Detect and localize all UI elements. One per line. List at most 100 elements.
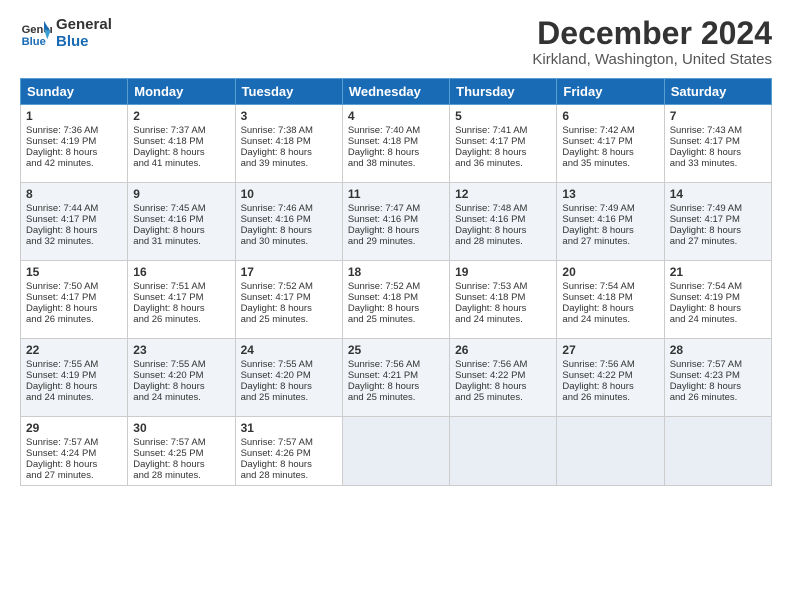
- day-info: and 25 minutes.: [348, 314, 444, 325]
- table-row: 22Sunrise: 7:55 AMSunset: 4:19 PMDayligh…: [21, 339, 128, 417]
- day-info: Sunrise: 7:56 AM: [455, 359, 551, 370]
- day-info: and 28 minutes.: [455, 236, 551, 247]
- day-info: and 27 minutes.: [26, 470, 122, 481]
- day-info: and 26 minutes.: [26, 314, 122, 325]
- day-number: 7: [670, 109, 766, 123]
- day-info: Sunrise: 7:49 AM: [670, 203, 766, 214]
- day-info: Daylight: 8 hours: [455, 303, 551, 314]
- day-info: Sunset: 4:18 PM: [348, 136, 444, 147]
- table-row: 10Sunrise: 7:46 AMSunset: 4:16 PMDayligh…: [235, 183, 342, 261]
- col-sunday: Sunday: [21, 79, 128, 105]
- day-info: Sunrise: 7:57 AM: [670, 359, 766, 370]
- table-row: 15Sunrise: 7:50 AMSunset: 4:17 PMDayligh…: [21, 261, 128, 339]
- table-row: 28Sunrise: 7:57 AMSunset: 4:23 PMDayligh…: [664, 339, 771, 417]
- day-info: Sunrise: 7:40 AM: [348, 125, 444, 136]
- day-info: Daylight: 8 hours: [26, 225, 122, 236]
- day-info: and 36 minutes.: [455, 158, 551, 169]
- day-info: Daylight: 8 hours: [670, 225, 766, 236]
- day-info: Sunset: 4:19 PM: [26, 370, 122, 381]
- day-info: and 26 minutes.: [562, 392, 658, 403]
- calendar-table: Sunday Monday Tuesday Wednesday Thursday…: [20, 78, 772, 486]
- day-number: 18: [348, 265, 444, 279]
- table-row: [450, 417, 557, 486]
- day-info: Sunset: 4:16 PM: [133, 214, 229, 225]
- day-info: Daylight: 8 hours: [26, 459, 122, 470]
- day-info: and 24 minutes.: [26, 392, 122, 403]
- day-info: and 25 minutes.: [455, 392, 551, 403]
- day-info: Sunset: 4:17 PM: [670, 136, 766, 147]
- day-info: Daylight: 8 hours: [241, 225, 337, 236]
- col-wednesday: Wednesday: [342, 79, 449, 105]
- day-info: Sunset: 4:26 PM: [241, 448, 337, 459]
- svg-text:Blue: Blue: [22, 36, 46, 48]
- day-info: Sunset: 4:25 PM: [133, 448, 229, 459]
- day-info: Sunrise: 7:46 AM: [241, 203, 337, 214]
- day-info: Sunset: 4:20 PM: [241, 370, 337, 381]
- day-info: Sunset: 4:19 PM: [26, 136, 122, 147]
- day-info: Daylight: 8 hours: [26, 381, 122, 392]
- day-info: Sunset: 4:17 PM: [26, 214, 122, 225]
- col-thursday: Thursday: [450, 79, 557, 105]
- col-friday: Friday: [557, 79, 664, 105]
- table-row: 20Sunrise: 7:54 AMSunset: 4:18 PMDayligh…: [557, 261, 664, 339]
- table-row: 11Sunrise: 7:47 AMSunset: 4:16 PMDayligh…: [342, 183, 449, 261]
- day-info: Sunrise: 7:57 AM: [133, 437, 229, 448]
- day-info: Daylight: 8 hours: [26, 147, 122, 158]
- day-info: Sunrise: 7:57 AM: [26, 437, 122, 448]
- day-info: Sunset: 4:24 PM: [26, 448, 122, 459]
- day-info: Daylight: 8 hours: [26, 303, 122, 314]
- day-number: 30: [133, 421, 229, 435]
- day-info: Sunrise: 7:37 AM: [133, 125, 229, 136]
- day-info: Sunrise: 7:56 AM: [562, 359, 658, 370]
- day-info: and 26 minutes.: [670, 392, 766, 403]
- day-info: Daylight: 8 hours: [348, 147, 444, 158]
- day-info: Daylight: 8 hours: [670, 381, 766, 392]
- day-info: Daylight: 8 hours: [133, 225, 229, 236]
- day-info: and 42 minutes.: [26, 158, 122, 169]
- page-title: December 2024: [532, 16, 772, 51]
- day-info: Sunrise: 7:54 AM: [562, 281, 658, 292]
- day-info: and 28 minutes.: [133, 470, 229, 481]
- day-info: and 33 minutes.: [670, 158, 766, 169]
- logo-icon: General Blue: [20, 17, 52, 49]
- day-info: Sunset: 4:21 PM: [348, 370, 444, 381]
- day-info: Daylight: 8 hours: [241, 459, 337, 470]
- day-number: 12: [455, 187, 551, 201]
- day-info: and 24 minutes.: [670, 314, 766, 325]
- table-row: 6Sunrise: 7:42 AMSunset: 4:17 PMDaylight…: [557, 105, 664, 183]
- day-info: and 25 minutes.: [241, 392, 337, 403]
- day-info: Sunset: 4:19 PM: [670, 292, 766, 303]
- day-info: Daylight: 8 hours: [133, 303, 229, 314]
- day-info: Daylight: 8 hours: [562, 381, 658, 392]
- day-number: 24: [241, 343, 337, 357]
- day-info: and 26 minutes.: [133, 314, 229, 325]
- day-info: and 28 minutes.: [241, 470, 337, 481]
- day-info: Sunrise: 7:51 AM: [133, 281, 229, 292]
- day-info: Daylight: 8 hours: [241, 147, 337, 158]
- page-subtitle: Kirkland, Washington, United States: [532, 51, 772, 68]
- day-info: Sunset: 4:18 PM: [348, 292, 444, 303]
- day-info: Daylight: 8 hours: [348, 225, 444, 236]
- day-info: Daylight: 8 hours: [670, 303, 766, 314]
- day-number: 3: [241, 109, 337, 123]
- table-row: 26Sunrise: 7:56 AMSunset: 4:22 PMDayligh…: [450, 339, 557, 417]
- day-info: Sunset: 4:16 PM: [562, 214, 658, 225]
- day-info: Daylight: 8 hours: [562, 303, 658, 314]
- day-info: Sunrise: 7:50 AM: [26, 281, 122, 292]
- day-info: and 30 minutes.: [241, 236, 337, 247]
- day-info: Daylight: 8 hours: [241, 303, 337, 314]
- day-info: Sunset: 4:16 PM: [348, 214, 444, 225]
- day-info: Sunset: 4:17 PM: [455, 136, 551, 147]
- day-number: 27: [562, 343, 658, 357]
- table-row: 30Sunrise: 7:57 AMSunset: 4:25 PMDayligh…: [128, 417, 235, 486]
- table-row: 18Sunrise: 7:52 AMSunset: 4:18 PMDayligh…: [342, 261, 449, 339]
- day-info: Sunrise: 7:55 AM: [26, 359, 122, 370]
- col-tuesday: Tuesday: [235, 79, 342, 105]
- table-row: 9Sunrise: 7:45 AMSunset: 4:16 PMDaylight…: [128, 183, 235, 261]
- table-row: 17Sunrise: 7:52 AMSunset: 4:17 PMDayligh…: [235, 261, 342, 339]
- table-row: 2Sunrise: 7:37 AMSunset: 4:18 PMDaylight…: [128, 105, 235, 183]
- day-info: Daylight: 8 hours: [455, 225, 551, 236]
- day-info: Daylight: 8 hours: [455, 381, 551, 392]
- day-info: Sunset: 4:17 PM: [670, 214, 766, 225]
- day-info: and 25 minutes.: [241, 314, 337, 325]
